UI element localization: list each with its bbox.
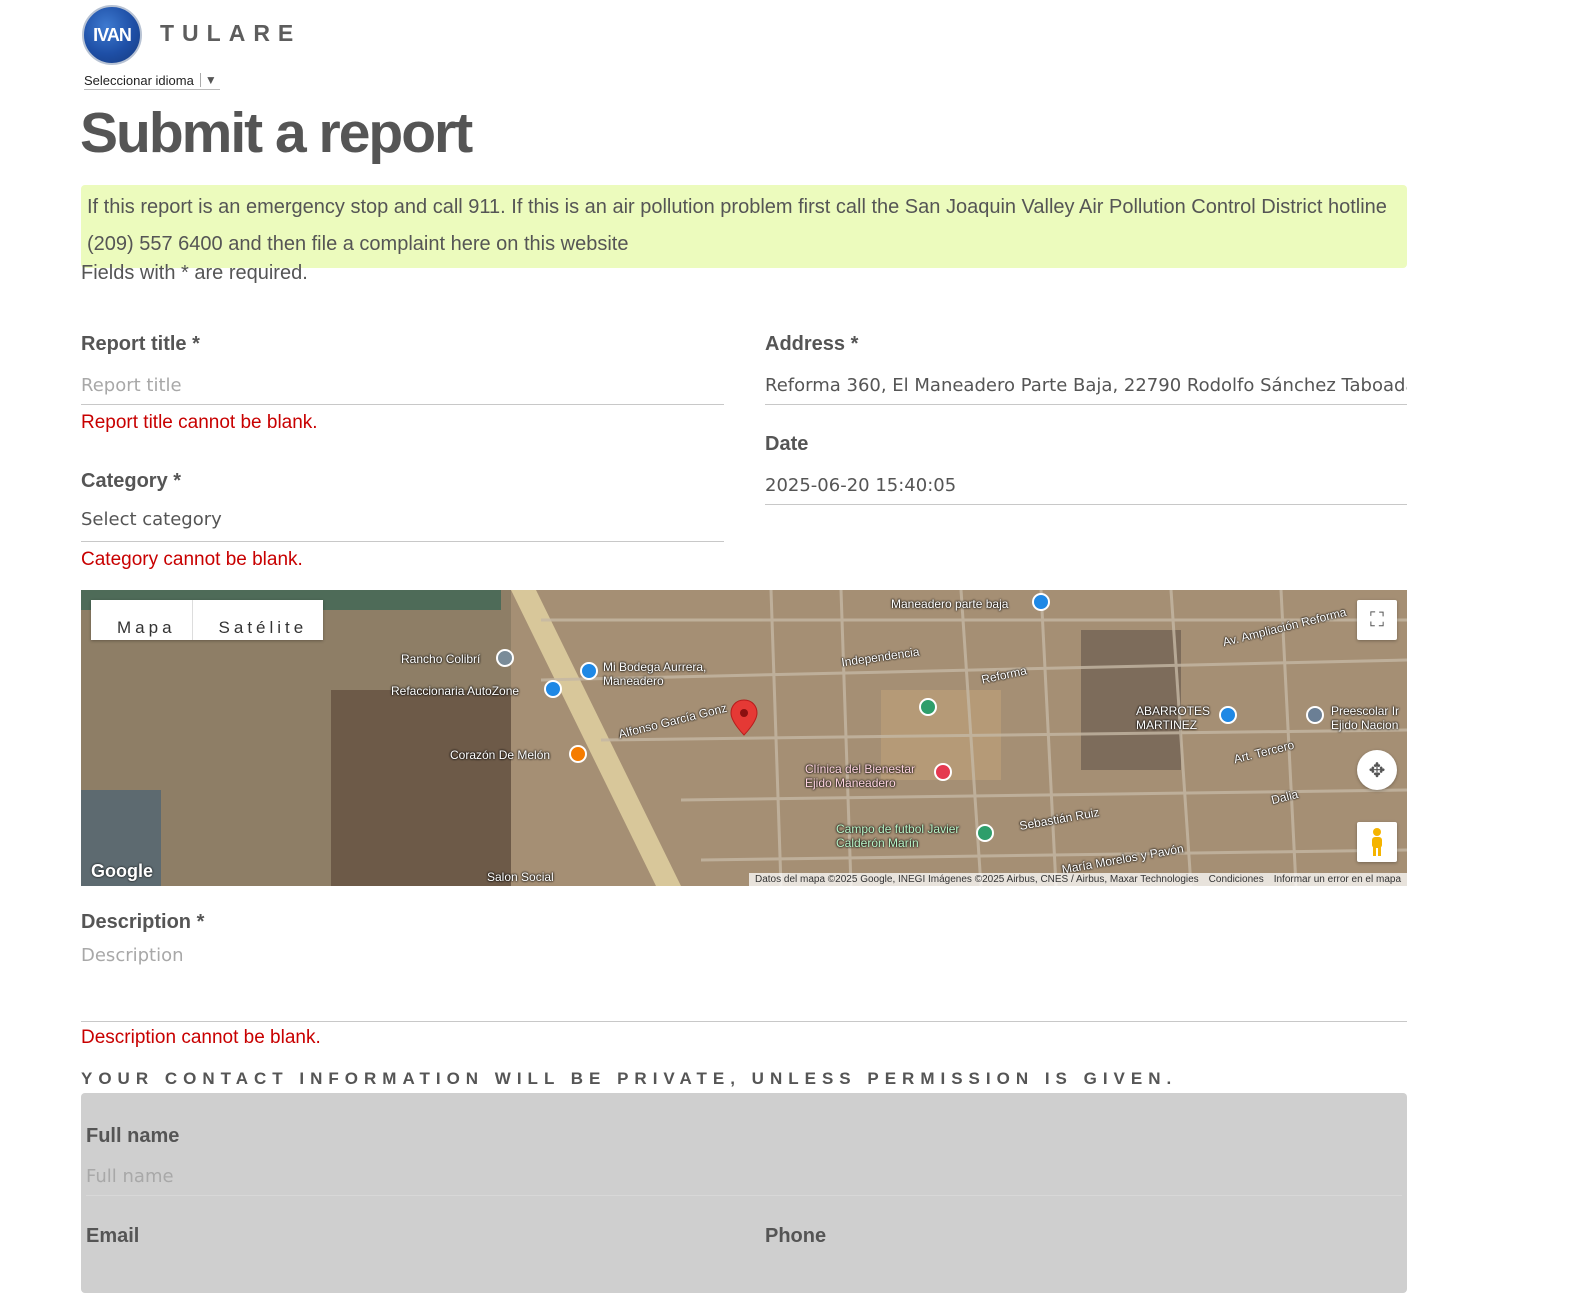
language-select-label: Seleccionar idioma xyxy=(84,72,194,88)
school-icon[interactable] xyxy=(1306,706,1324,724)
category-error: Category cannot be blank. xyxy=(81,549,303,570)
category-label: Category * xyxy=(81,470,182,492)
map-attribution: Datos del mapa ©2025 Google, INEGI Imáge… xyxy=(748,873,1407,886)
email-label: Email xyxy=(86,1225,140,1247)
place-pin-icon[interactable] xyxy=(496,649,514,667)
location-map[interactable]: Rancho Colibrí Refaccionaria AutoZone Mi… xyxy=(81,590,1407,886)
shopping-cart-icon[interactable] xyxy=(580,662,598,680)
description-textarea[interactable] xyxy=(81,945,1407,1022)
address-input[interactable] xyxy=(765,367,1407,405)
map-label[interactable]: Maneadero parte baja xyxy=(891,597,1008,611)
report-title-label: Report title * xyxy=(81,333,200,355)
date-label: Date xyxy=(765,433,809,455)
report-title-error: Report title cannot be blank. xyxy=(81,412,318,433)
logo-badge[interactable]: IVAN xyxy=(82,5,142,65)
map-tab-mapa[interactable]: Mapa xyxy=(91,600,192,640)
map-attribution-text: Datos del mapa ©2025 Google, INEGI Imáge… xyxy=(754,874,1199,885)
map-terms-link[interactable]: Condiciones xyxy=(1209,874,1264,885)
full-name-input[interactable] xyxy=(86,1158,1402,1196)
shopping-bag-icon[interactable] xyxy=(1219,706,1237,724)
full-name-label: Full name xyxy=(86,1125,180,1147)
contact-privacy-heading: YOUR CONTACT INFORMATION WILL BE PRIVATE… xyxy=(81,1069,1178,1088)
shopping-bag-icon[interactable] xyxy=(1032,593,1050,611)
restaurant-icon[interactable] xyxy=(569,745,587,763)
map-label[interactable]: Refaccionaria AutoZone xyxy=(391,684,519,698)
map-label[interactable]: Corazón De Melón xyxy=(450,748,550,762)
map-tab-satelite[interactable]: Satélite xyxy=(191,600,324,640)
map-type-tabs: Mapa Satélite xyxy=(91,600,324,640)
map-label[interactable]: Campo de futbol Javier Calderón Marín xyxy=(836,822,976,850)
map-label[interactable]: Mi Bodega Aurrera, Maneadero xyxy=(603,660,733,688)
description-error: Description cannot be blank. xyxy=(81,1027,321,1048)
phone-label: Phone xyxy=(765,1225,827,1247)
stadium-icon[interactable] xyxy=(976,824,994,842)
map-label[interactable]: Preescolar Ir Ejido Nacion xyxy=(1331,704,1407,732)
language-select[interactable]: Seleccionar idioma ▼ xyxy=(84,71,220,90)
required-fields-note: Fields with * are required. xyxy=(81,262,308,284)
logo-text[interactable]: TULARE xyxy=(160,20,301,47)
report-title-input[interactable] xyxy=(81,367,724,405)
map-report-error-link[interactable]: Informar un error en el mapa xyxy=(1274,874,1401,885)
map-label[interactable]: Rancho Colibrí xyxy=(401,652,480,666)
map-label[interactable]: Salon Social xyxy=(487,870,554,884)
hospital-icon[interactable] xyxy=(934,763,952,781)
address-label: Address * xyxy=(765,333,859,355)
park-icon[interactable] xyxy=(919,698,937,716)
chevron-down-icon: ▼ xyxy=(204,73,217,87)
google-logo: Google xyxy=(91,861,153,881)
camera-control-icon[interactable]: ✥ xyxy=(1357,750,1397,790)
street-view-pegman-icon[interactable] xyxy=(1357,822,1397,862)
language-select-divider xyxy=(199,73,201,87)
shopping-bag-icon[interactable] xyxy=(544,680,562,698)
page-title: Submit a report xyxy=(80,101,473,165)
map-label[interactable]: ABARROTES MARTINEZ xyxy=(1136,704,1216,732)
fullscreen-icon[interactable]: ⛶ xyxy=(1357,600,1397,640)
description-label: Description * xyxy=(81,911,205,933)
date-input[interactable] xyxy=(765,467,1407,505)
category-select[interactable]: Select category xyxy=(81,504,724,542)
map-label[interactable]: Clínica del Bienestar Ejido Maneadero xyxy=(805,762,935,790)
emergency-notice: If this report is an emergency stop and … xyxy=(81,185,1407,268)
